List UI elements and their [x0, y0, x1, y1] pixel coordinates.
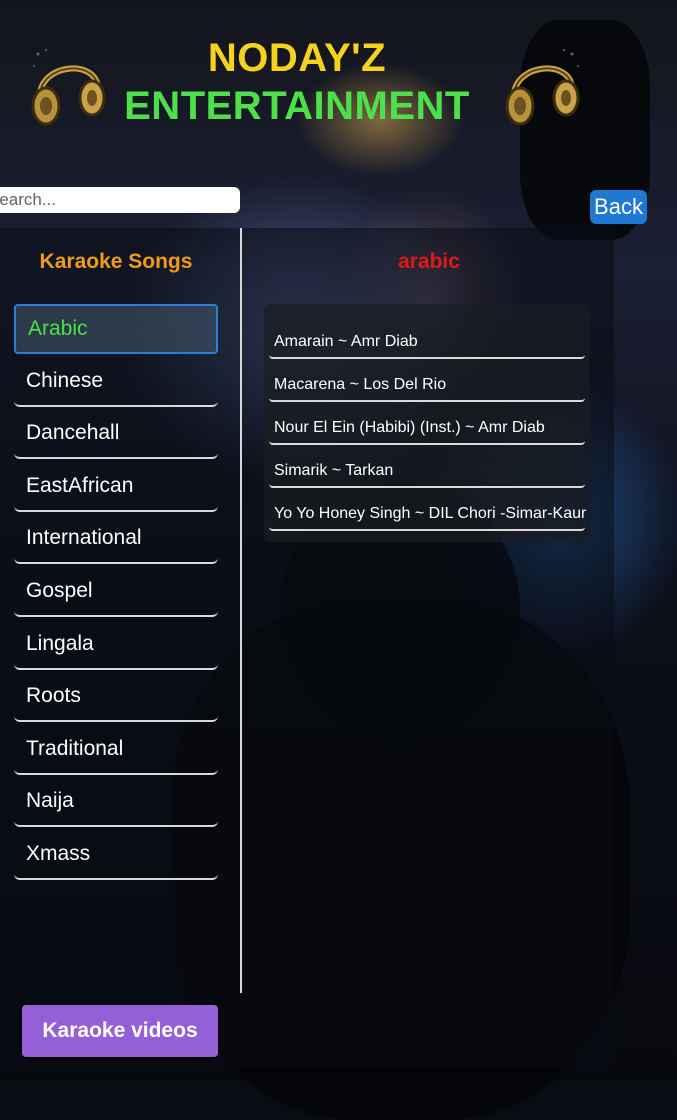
- song-list-box: Amarain ~ Amr Diab Macarena ~ Los Del Ri…: [264, 304, 590, 542]
- back-button[interactable]: Back: [590, 190, 647, 224]
- category-item-naija[interactable]: Naija: [14, 777, 218, 828]
- karaoke-panel: Karaoke Songs Arabic Chinese Dancehall E…: [0, 228, 614, 1066]
- search-input[interactable]: [0, 187, 240, 213]
- category-item-arabic[interactable]: Arabic: [14, 304, 218, 354]
- song-item[interactable]: Amarain ~ Amr Diab: [269, 316, 585, 359]
- category-sidebar: Karaoke Songs Arabic Chinese Dancehall E…: [0, 228, 242, 993]
- song-item[interactable]: Simarik ~ Tarkan: [269, 445, 585, 488]
- category-item-xmass[interactable]: Xmass: [14, 830, 218, 880]
- headphones-icon: [505, 49, 580, 126]
- karaoke-videos-button[interactable]: Karaoke videos: [22, 1005, 218, 1057]
- category-item-traditional[interactable]: Traditional: [14, 725, 218, 775]
- category-item-gospel[interactable]: Gospel: [14, 567, 218, 617]
- category-item-chinese[interactable]: Chinese: [14, 357, 218, 407]
- category-item-international[interactable]: International: [14, 514, 218, 565]
- category-item-roots[interactable]: Roots: [14, 672, 218, 723]
- category-item-lingala[interactable]: Lingala: [14, 620, 218, 670]
- category-list: Arabic Chinese Dancehall EastAfrican Int…: [14, 304, 218, 883]
- app-header: NODAY'Z ENTERTAINMENT: [0, 0, 677, 170]
- song-item[interactable]: Macarena ~ Los Del Rio: [269, 359, 585, 402]
- song-list: Amarain ~ Amr Diab Macarena ~ Los Del Ri…: [264, 304, 590, 531]
- category-item-eastafrican[interactable]: EastAfrican: [14, 462, 218, 512]
- selected-category-title: arabic: [398, 250, 460, 273]
- sidebar-title: Karaoke Songs: [39, 250, 193, 273]
- song-item[interactable]: Yo Yo Honey Singh ~ DIL Chori -Simar-Kau…: [269, 488, 586, 531]
- song-item[interactable]: Nour El Ein (Habibi) (Inst.) ~ Amr Diab: [269, 402, 585, 445]
- category-item-dancehall[interactable]: Dancehall: [14, 409, 218, 460]
